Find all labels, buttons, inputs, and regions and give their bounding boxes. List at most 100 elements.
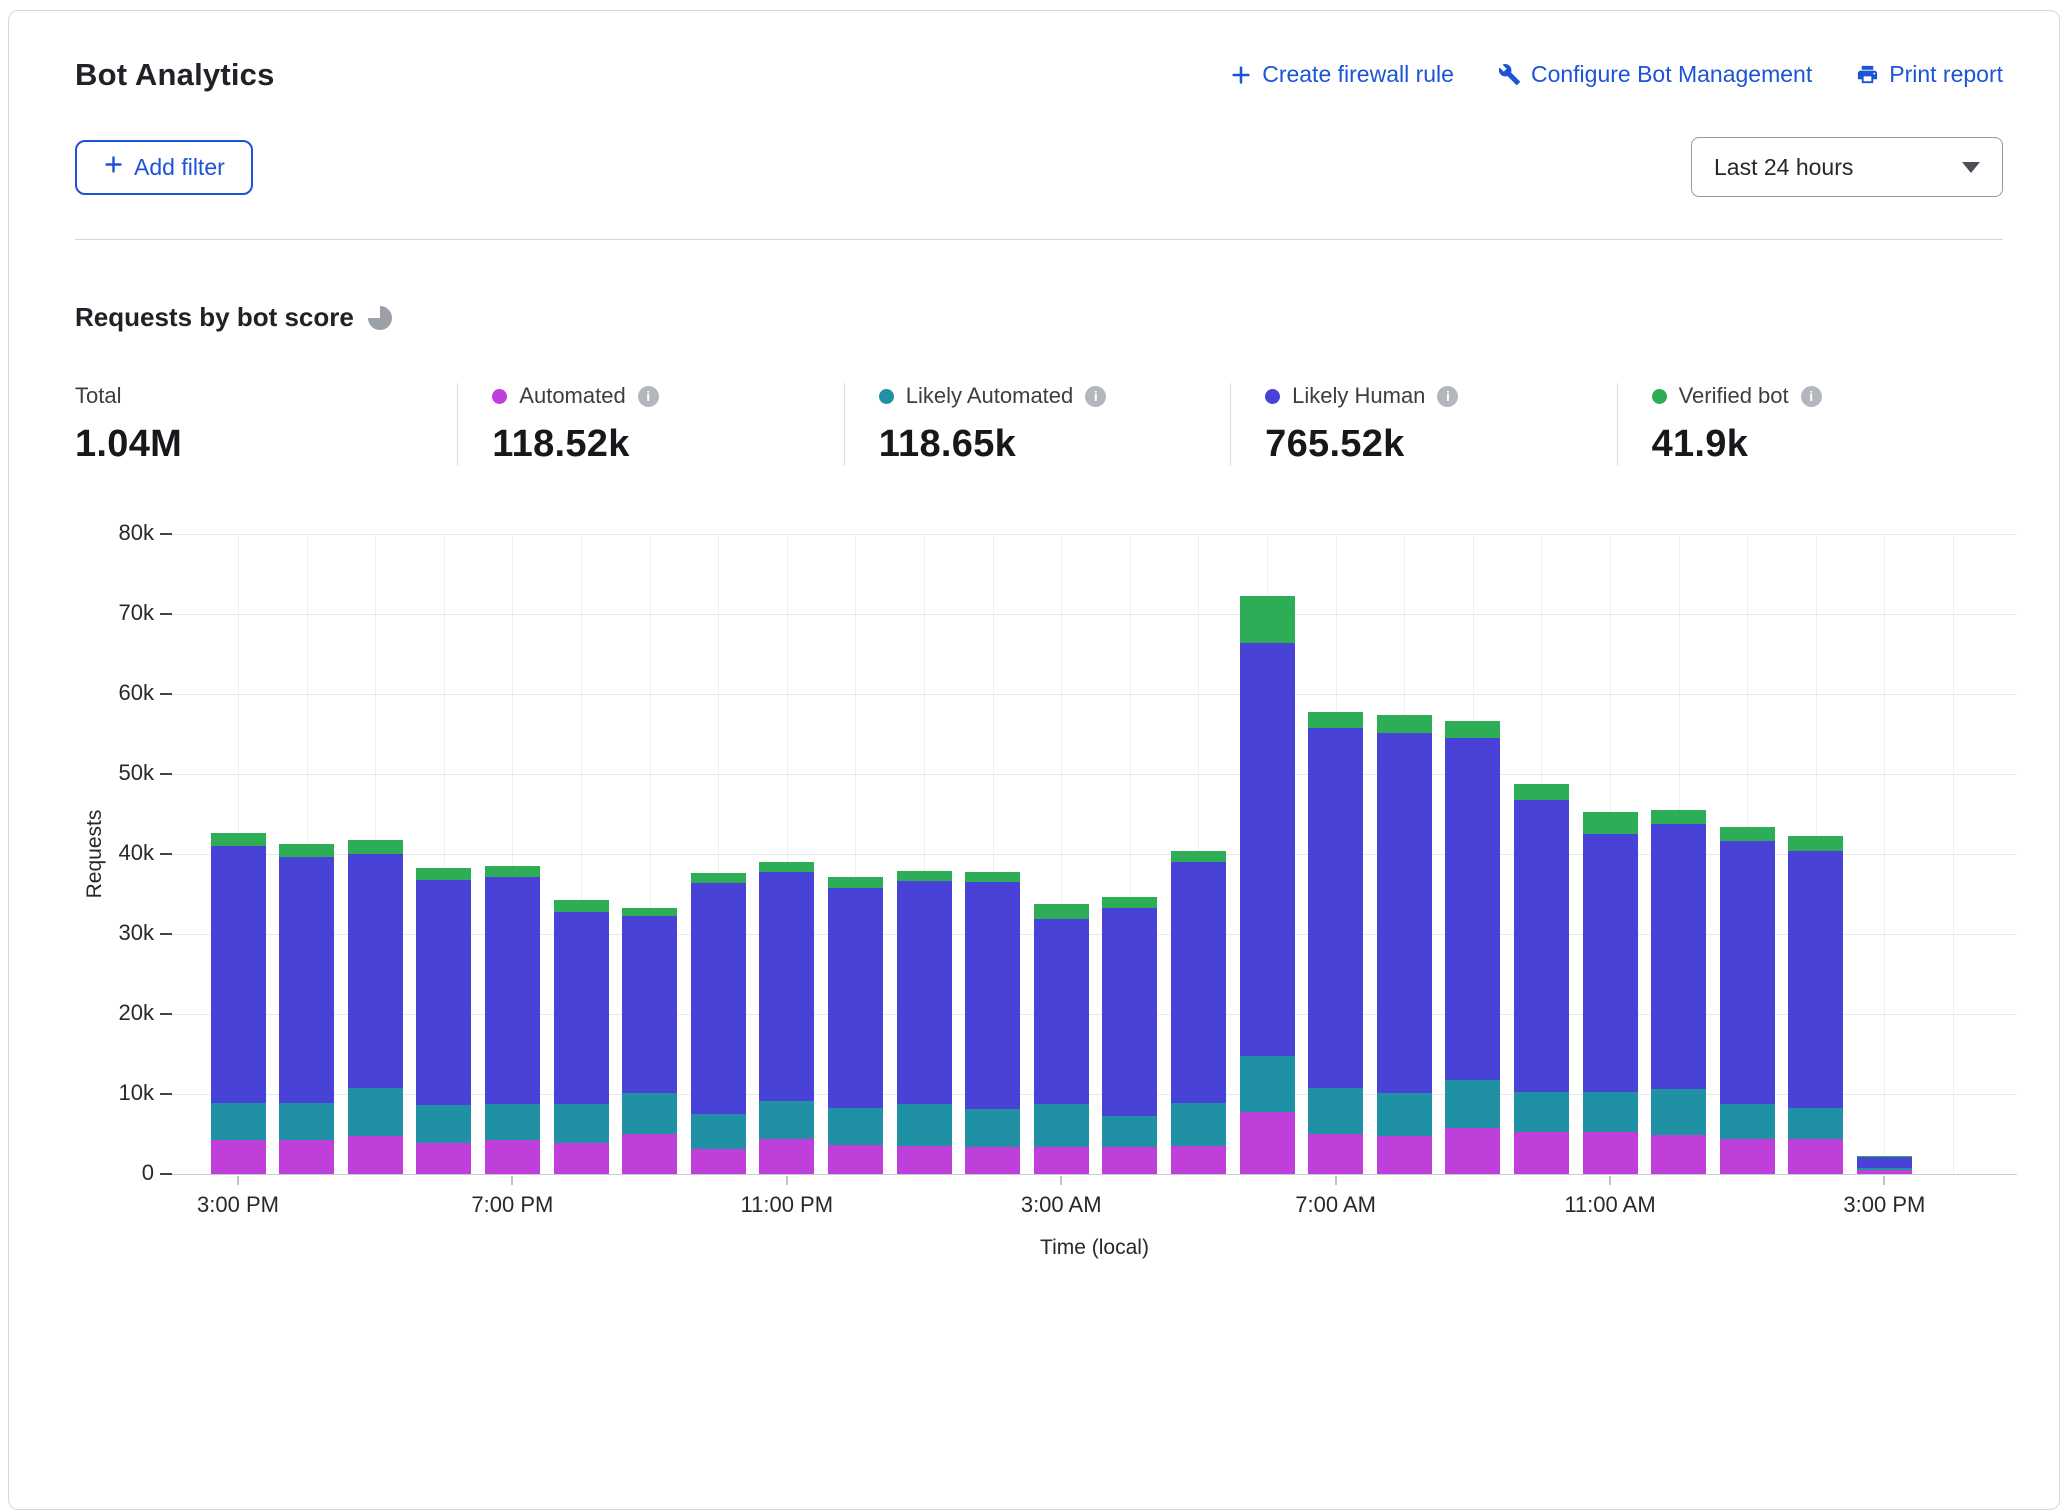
add-filter-button[interactable]: Add filter bbox=[75, 140, 253, 195]
y-axis-tick bbox=[160, 1173, 172, 1175]
bar-1100am[interactable] bbox=[1583, 812, 1638, 1174]
segment-automated bbox=[1651, 1135, 1706, 1174]
bar-200pm[interactable] bbox=[1788, 836, 1843, 1174]
segment-automated bbox=[1308, 1134, 1363, 1174]
action-label: Create firewall rule bbox=[1262, 61, 1454, 88]
horizontal-gridline bbox=[172, 694, 2017, 695]
stat-verified-bot: Verified bot 41.9k bbox=[1617, 383, 2003, 466]
bar-900pm[interactable] bbox=[622, 908, 677, 1174]
bar-100pm[interactable] bbox=[1720, 827, 1775, 1174]
bar-1000pm[interactable] bbox=[691, 873, 746, 1174]
segment-likely-automated bbox=[1720, 1104, 1775, 1139]
y-axis-title: Requests bbox=[83, 810, 107, 899]
segment-likely-human bbox=[1788, 851, 1843, 1108]
bar-600pm[interactable] bbox=[416, 868, 471, 1174]
segment-automated bbox=[1240, 1112, 1295, 1174]
bar-900am[interactable] bbox=[1445, 721, 1500, 1174]
bar-300am[interactable] bbox=[1034, 904, 1089, 1174]
segment-verified-bot bbox=[828, 877, 883, 887]
bar-600am[interactable] bbox=[1240, 596, 1295, 1174]
x-axis-title: Time (local) bbox=[172, 1236, 2017, 1260]
segment-likely-automated bbox=[554, 1104, 609, 1143]
stat-label: Likely Human bbox=[1292, 383, 1425, 409]
segment-verified-bot bbox=[1651, 810, 1706, 824]
segment-likely-human bbox=[1171, 862, 1226, 1103]
y-axis-label: 20k bbox=[44, 1000, 154, 1026]
segment-automated bbox=[211, 1140, 266, 1174]
bar-700pm[interactable] bbox=[485, 866, 540, 1174]
bar-500pm[interactable] bbox=[348, 840, 403, 1174]
x-axis-tick bbox=[1609, 1176, 1611, 1185]
page-title: Bot Analytics bbox=[75, 57, 275, 93]
bar-300pm[interactable] bbox=[1857, 1156, 1912, 1174]
segment-automated bbox=[485, 1140, 540, 1174]
requests-by-bot-score-section: Requests by bot score Total 1.04M Automa… bbox=[9, 240, 2059, 466]
segment-likely-automated bbox=[348, 1088, 403, 1136]
segment-verified-bot bbox=[1308, 712, 1363, 728]
info-icon[interactable] bbox=[1437, 386, 1458, 407]
wrench-icon bbox=[1498, 63, 1521, 86]
y-axis-tick bbox=[160, 1013, 172, 1015]
segment-likely-human bbox=[554, 912, 609, 1103]
bar-400am[interactable] bbox=[1102, 897, 1157, 1174]
segment-verified-bot bbox=[1514, 784, 1569, 800]
add-filter-label: Add filter bbox=[134, 154, 225, 181]
bar-700am[interactable] bbox=[1308, 712, 1363, 1174]
bar-1000am[interactable] bbox=[1514, 784, 1569, 1174]
stat-label: Verified bot bbox=[1679, 383, 1789, 409]
bar-1200am[interactable] bbox=[828, 877, 883, 1174]
segment-verified-bot bbox=[1240, 596, 1295, 643]
segment-verified-bot bbox=[1034, 904, 1089, 919]
x-axis-tick bbox=[1335, 1176, 1337, 1185]
segment-automated bbox=[1583, 1132, 1638, 1174]
segment-verified-bot bbox=[1377, 715, 1432, 733]
y-axis-label: 0 bbox=[44, 1160, 154, 1186]
bar-1100pm[interactable] bbox=[759, 862, 814, 1174]
x-axis-label: 7:00 AM bbox=[1256, 1192, 1416, 1218]
y-axis-label: 50k bbox=[44, 760, 154, 786]
x-axis-tick bbox=[786, 1176, 788, 1185]
bar-1200pm[interactable] bbox=[1651, 810, 1706, 1174]
action-label: Print report bbox=[1889, 61, 2003, 88]
segment-verified-bot bbox=[554, 900, 609, 913]
segment-automated bbox=[1445, 1128, 1500, 1174]
info-icon[interactable] bbox=[1085, 386, 1106, 407]
segment-likely-human bbox=[1308, 728, 1363, 1087]
segment-likely-human bbox=[1720, 841, 1775, 1103]
segment-automated bbox=[759, 1139, 814, 1174]
segment-automated bbox=[622, 1134, 677, 1174]
configure-bot-management-link[interactable]: Configure Bot Management bbox=[1498, 61, 1812, 88]
create-firewall-rule-link[interactable]: Create firewall rule bbox=[1230, 61, 1454, 88]
summary-row: Total 1.04M Automated 118.52k Likely Aut… bbox=[75, 383, 2003, 466]
bar-200am[interactable] bbox=[965, 872, 1020, 1174]
stat-likely-automated: Likely Automated 118.65k bbox=[844, 383, 1230, 466]
segment-likely-automated bbox=[691, 1114, 746, 1149]
time-range-dropdown[interactable]: Last 24 hours bbox=[1691, 137, 2003, 197]
bar-800am[interactable] bbox=[1377, 715, 1432, 1174]
y-axis-tick bbox=[160, 613, 172, 615]
segment-likely-automated bbox=[1583, 1092, 1638, 1132]
segment-verified-bot bbox=[1720, 827, 1775, 841]
segment-likely-automated bbox=[1102, 1116, 1157, 1147]
x-axis-tick bbox=[237, 1176, 239, 1185]
stat-value: 118.52k bbox=[492, 423, 843, 466]
segment-likely-human bbox=[897, 881, 952, 1103]
segment-likely-automated bbox=[1788, 1108, 1843, 1139]
print-report-link[interactable]: Print report bbox=[1856, 61, 2003, 88]
likely-human-dot bbox=[1265, 389, 1280, 404]
y-axis-label: 30k bbox=[44, 920, 154, 946]
bar-800pm[interactable] bbox=[554, 900, 609, 1174]
y-axis-label: 70k bbox=[44, 600, 154, 626]
segment-likely-human bbox=[1445, 738, 1500, 1080]
bar-100am[interactable] bbox=[897, 871, 952, 1174]
bar-500am[interactable] bbox=[1171, 851, 1226, 1174]
bar-400pm[interactable] bbox=[279, 844, 334, 1174]
bar-300pm[interactable] bbox=[211, 833, 266, 1174]
segment-likely-automated bbox=[211, 1103, 266, 1141]
segment-likely-automated bbox=[965, 1109, 1020, 1147]
x-axis-tick bbox=[1883, 1176, 1885, 1185]
info-icon[interactable] bbox=[1801, 386, 1822, 407]
segment-likely-automated bbox=[759, 1101, 814, 1139]
info-icon[interactable] bbox=[638, 386, 659, 407]
x-axis-label: 3:00 PM bbox=[158, 1192, 318, 1218]
